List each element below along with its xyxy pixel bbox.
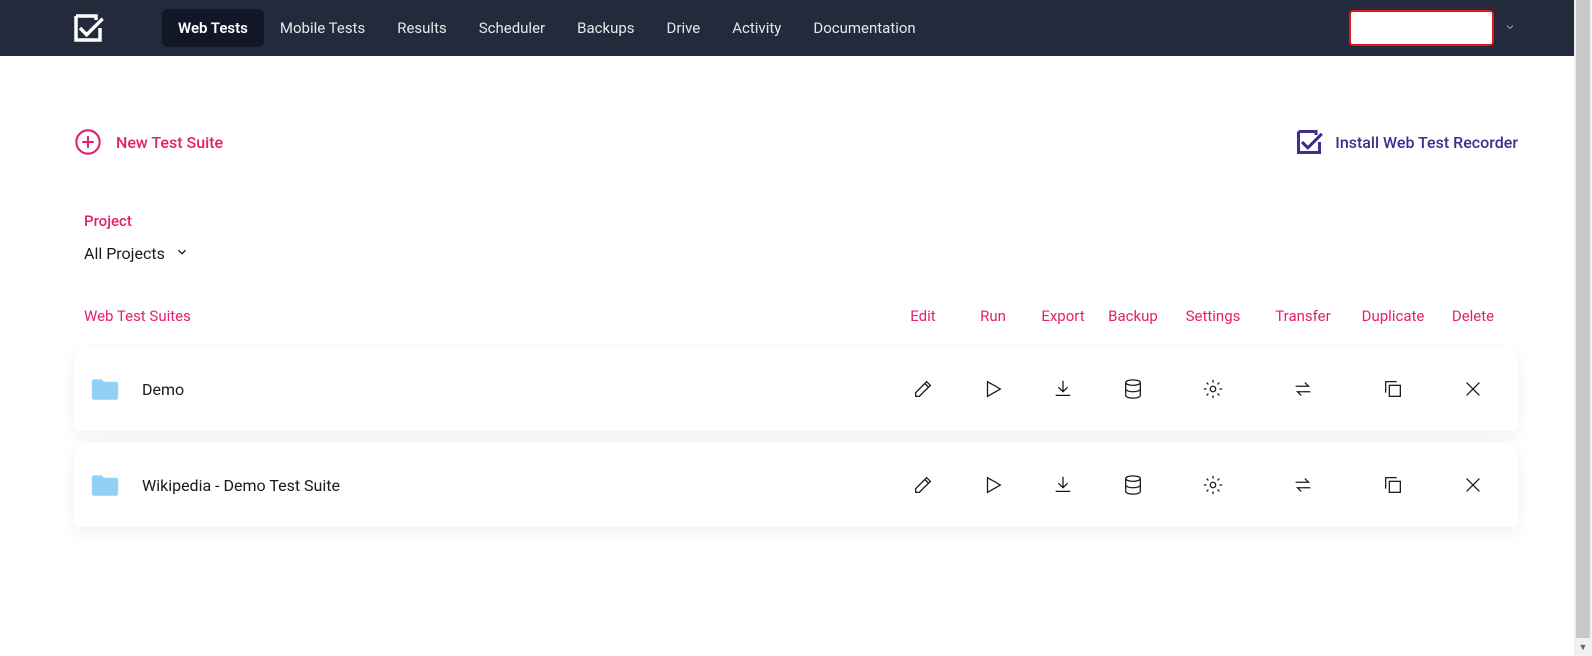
chevron-down-icon[interactable] xyxy=(1504,21,1516,36)
app-logo-icon xyxy=(72,12,104,44)
settings-button[interactable] xyxy=(1168,474,1258,496)
export-button[interactable] xyxy=(1028,378,1098,400)
nav-item-results[interactable]: Results xyxy=(381,9,463,47)
scroll-down-arrow-icon[interactable]: ▼ xyxy=(1574,638,1592,656)
run-button[interactable] xyxy=(958,474,1028,496)
transfer-button[interactable] xyxy=(1258,474,1348,496)
install-recorder-label: Install Web Test Recorder xyxy=(1335,133,1518,152)
duplicate-icon xyxy=(1382,378,1404,400)
run-button[interactable] xyxy=(958,378,1028,400)
header-backup: Backup xyxy=(1098,307,1168,325)
pencil-icon xyxy=(912,378,934,400)
suite-row[interactable]: Wikipedia - Demo Test Suite xyxy=(74,443,1518,527)
edit-button[interactable] xyxy=(888,474,958,496)
delete-button[interactable] xyxy=(1438,378,1508,400)
transfer-icon xyxy=(1292,378,1314,400)
header-edit: Edit xyxy=(888,307,958,325)
nav-item-drive[interactable]: Drive xyxy=(651,9,717,47)
suite-name: Wikipedia - Demo Test Suite xyxy=(142,476,888,495)
edit-button[interactable] xyxy=(888,378,958,400)
duplicate-button[interactable] xyxy=(1348,378,1438,400)
nav-item-scheduler[interactable]: Scheduler xyxy=(463,9,561,47)
header-transfer: Transfer xyxy=(1258,307,1348,325)
main-content: New Test Suite Install Web Test Recorder… xyxy=(0,128,1592,527)
header-export: Export xyxy=(1028,307,1098,325)
nav-item-backups[interactable]: Backups xyxy=(561,9,650,47)
play-icon xyxy=(982,474,1004,496)
header-run: Run xyxy=(958,307,1028,325)
backup-button[interactable] xyxy=(1098,378,1168,400)
account-field[interactable] xyxy=(1349,10,1494,46)
plus-circle-icon xyxy=(74,128,102,156)
duplicate-button[interactable] xyxy=(1348,474,1438,496)
project-label: Project xyxy=(84,212,1518,230)
action-row: New Test Suite Install Web Test Recorder xyxy=(74,128,1518,156)
transfer-button[interactable] xyxy=(1258,378,1348,400)
gear-icon xyxy=(1202,474,1224,496)
header-duplicate: Duplicate xyxy=(1348,307,1438,325)
duplicate-icon xyxy=(1382,474,1404,496)
nav-item-documentation[interactable]: Documentation xyxy=(797,9,931,47)
export-button[interactable] xyxy=(1028,474,1098,496)
folder-icon xyxy=(90,473,120,497)
nav-item-activity[interactable]: Activity xyxy=(716,9,797,47)
gear-icon xyxy=(1202,378,1224,400)
nav-item-mobile-tests[interactable]: Mobile Tests xyxy=(264,9,381,47)
download-icon xyxy=(1052,474,1074,496)
nav-menu: Web Tests Mobile Tests Results Scheduler… xyxy=(162,9,932,47)
recorder-logo-icon xyxy=(1295,128,1323,156)
top-nav-bar: Web Tests Mobile Tests Results Scheduler… xyxy=(0,0,1592,56)
database-icon xyxy=(1122,378,1144,400)
project-selected-value: All Projects xyxy=(84,244,165,263)
settings-button[interactable] xyxy=(1168,378,1258,400)
header-name: Web Test Suites xyxy=(84,307,888,325)
header-delete: Delete xyxy=(1438,307,1508,325)
suites-table-header: Web Test Suites Edit Run Export Backup S… xyxy=(74,307,1518,337)
project-filter: Project All Projects xyxy=(84,212,1518,263)
folder-icon xyxy=(90,377,120,401)
suite-row[interactable]: Demo xyxy=(74,347,1518,431)
pencil-icon xyxy=(912,474,934,496)
chevron-down-icon xyxy=(175,245,189,263)
play-icon xyxy=(982,378,1004,400)
vertical-scrollbar[interactable]: ▲ ▼ xyxy=(1574,0,1592,656)
download-icon xyxy=(1052,378,1074,400)
project-select[interactable]: All Projects xyxy=(84,244,1518,263)
install-recorder-button[interactable]: Install Web Test Recorder xyxy=(1295,128,1518,156)
transfer-icon xyxy=(1292,474,1314,496)
new-test-suite-label: New Test Suite xyxy=(116,133,223,152)
close-icon xyxy=(1462,378,1484,400)
backup-button[interactable] xyxy=(1098,474,1168,496)
close-icon xyxy=(1462,474,1484,496)
delete-button[interactable] xyxy=(1438,474,1508,496)
header-settings: Settings xyxy=(1168,307,1258,325)
nav-item-web-tests[interactable]: Web Tests xyxy=(162,9,264,47)
top-right-controls xyxy=(1349,10,1576,46)
suite-name: Demo xyxy=(142,380,888,399)
new-test-suite-button[interactable]: New Test Suite xyxy=(74,128,223,156)
database-icon xyxy=(1122,474,1144,496)
scrollbar-thumb[interactable] xyxy=(1576,0,1590,640)
